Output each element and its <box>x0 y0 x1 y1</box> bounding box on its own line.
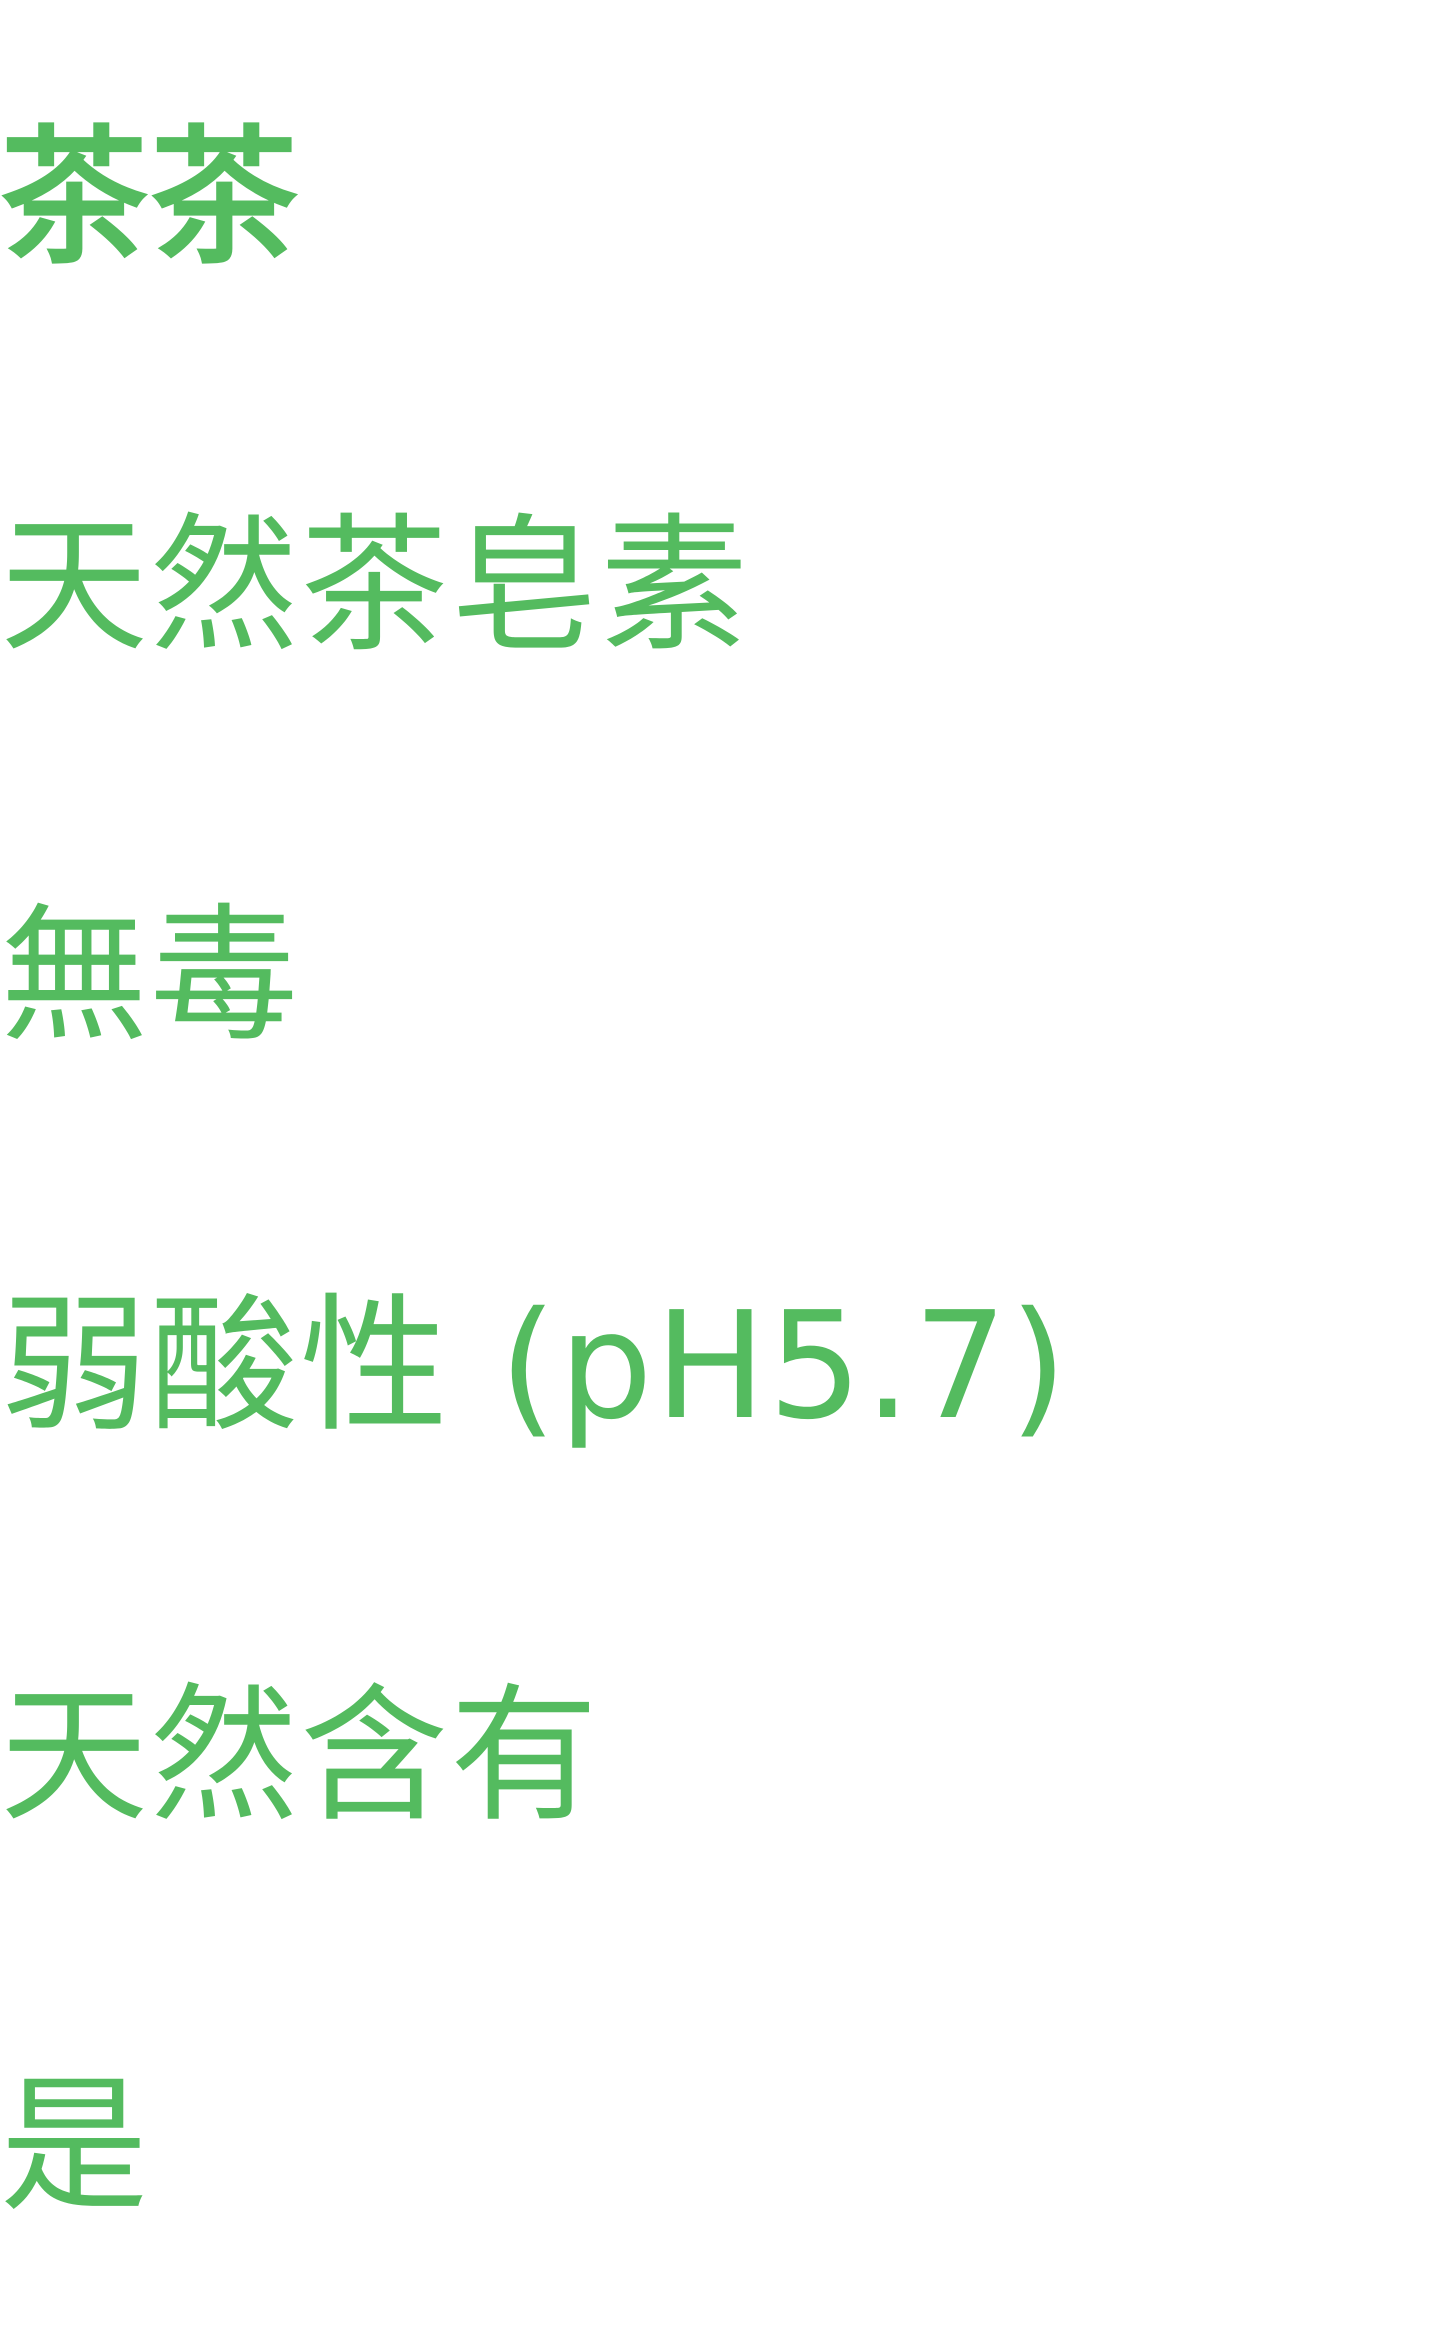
brand-title: 茶茶 <box>0 112 300 284</box>
feature-list-panel: 茶茶 天然茶皂素 無毒 弱酸性 (pH5.7) 天然含有 是 <box>0 0 1440 2352</box>
feature-naturally-contains: 天然含有 <box>0 1670 600 1842</box>
feature-yes: 是 <box>0 2060 150 2232</box>
feature-weak-acidic: 弱酸性 (pH5.7) <box>0 1280 1070 1452</box>
feature-non-toxic: 無毒 <box>0 890 300 1062</box>
feature-natural-tea-saponin: 天然茶皂素 <box>0 500 750 672</box>
